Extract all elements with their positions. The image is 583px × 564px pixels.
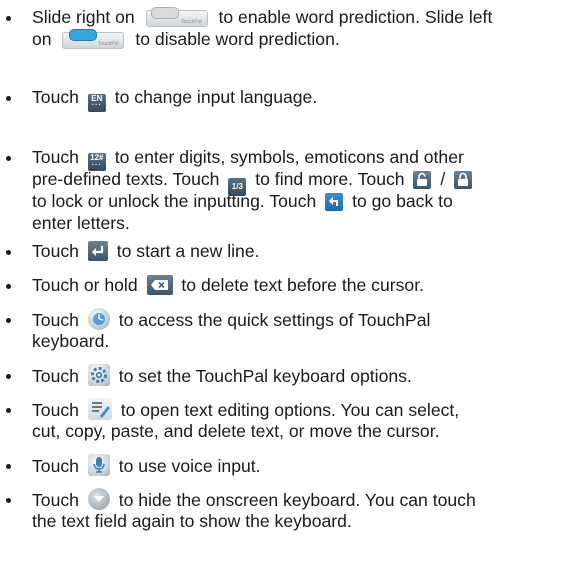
list-item-text: Touch to use voice input. <box>32 454 580 476</box>
item-text: to enable word prediction. Slide left <box>218 7 493 27</box>
list-item-text: Touch to access the quick settings of To… <box>32 308 580 352</box>
item-text: Touch <box>32 490 79 510</box>
item-text: to delete text before the cursor. <box>181 275 424 295</box>
bullet <box>6 408 11 413</box>
back-arrow-icon <box>325 193 344 211</box>
item-text: keyboard. <box>32 331 110 351</box>
item-text: to go back to <box>352 191 453 211</box>
en-language-icon: EN ··· <box>87 94 106 112</box>
item-text: Touch <box>32 366 79 386</box>
item-text: Touch <box>32 87 79 107</box>
list-item-text: Slide right on TouchPal to enable word p… <box>32 6 580 50</box>
list-item-text: Touch to set the TouchPal keyboard optio… <box>32 364 580 386</box>
bullet <box>6 374 11 379</box>
enter-icon <box>87 241 108 261</box>
bullet <box>6 318 11 323</box>
list-item-text: Touch to open text editing options. You … <box>32 398 580 442</box>
item-text: to set the TouchPal keyboard options. <box>118 366 412 386</box>
page-fraction-icon: 1/3 <box>228 178 247 196</box>
unlock-icon <box>413 171 432 189</box>
item-text: on <box>32 29 52 49</box>
item-text: Touch <box>32 400 79 420</box>
list-item-text: Touch or hold to delete text before the … <box>32 274 580 296</box>
item-text: to access the quick settings of TouchPal <box>118 310 431 330</box>
item-text: Touch <box>32 241 79 261</box>
gear-icon <box>87 364 110 386</box>
item-text: to start a new line. <box>116 241 260 261</box>
item-text: to hide the onscreen keyboard. You can t… <box>118 490 476 510</box>
text-edit-icon <box>87 398 112 420</box>
delete-icon <box>146 275 173 295</box>
bullet <box>6 250 11 255</box>
item-text: Touch <box>32 147 79 167</box>
bullet <box>6 284 11 289</box>
item-text: to open text editing options. You can se… <box>120 400 460 420</box>
item-text: to lock or unlock the inputting. Touch <box>32 191 317 211</box>
bullet <box>6 498 11 503</box>
item-text: cut, copy, paste, and delete text, or mo… <box>32 421 440 441</box>
item-text: to change input language. <box>114 87 318 107</box>
slider-on-icon: TouchPal <box>145 7 208 27</box>
bullet <box>6 96 11 101</box>
item-text: to disable word prediction. <box>135 29 340 49</box>
hide-keyboard-icon <box>87 488 110 510</box>
item-text: Touch <box>32 310 79 330</box>
item-text: pre-defined texts. Touch <box>32 169 220 189</box>
bullet <box>6 156 11 161</box>
item-text: Touch <box>32 456 79 476</box>
item-text: / <box>440 169 446 189</box>
number-symbol-icon: 12# ··· <box>87 153 106 171</box>
quick-settings-icon <box>87 308 110 330</box>
list-item-text: Touch 12# ··· to enter digits, symbols, e… <box>32 146 580 234</box>
item-text: enter letters. <box>32 213 130 233</box>
lock-icon <box>454 171 473 189</box>
bullet <box>6 16 11 21</box>
list-item-text: Touch to start a new line. <box>32 240 580 262</box>
item-text: to use voice input. <box>118 456 261 476</box>
microphone-icon <box>87 454 110 476</box>
item-text: to enter digits, symbols, emoticons and … <box>114 147 464 167</box>
bullet <box>6 464 11 469</box>
list-item-text: Touch to hide the onscreen keyboard. You… <box>32 488 580 532</box>
slider-off-icon: TouchPal <box>62 29 125 49</box>
item-text: Touch or hold <box>32 275 138 295</box>
item-text: the text field again to show the keyboar… <box>32 511 352 531</box>
item-text: to find more. Touch <box>255 169 405 189</box>
instruction-list: Slide right on TouchPal to enable word p… <box>0 0 583 564</box>
list-item-text: Touch EN ··· to change input language. <box>32 86 580 112</box>
item-text: Slide right on <box>32 7 135 27</box>
